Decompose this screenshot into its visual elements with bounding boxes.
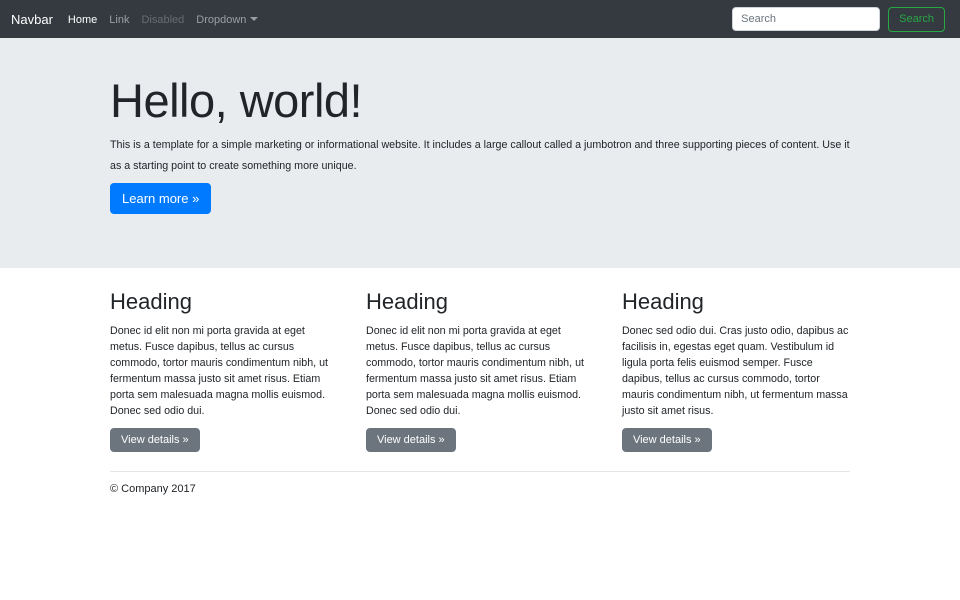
nav-item-disabled: Disabled [135,10,190,30]
dropdown-label: Dropdown [196,14,246,26]
view-details-button-2[interactable]: View details » [366,428,456,452]
nav-item-home[interactable]: Home [62,10,103,30]
jumbotron-lead: This is a template for a simple marketin… [110,135,850,177]
column-text: Donec sed odio dui. Cras justo odio, dap… [622,323,850,419]
nav-item-link[interactable]: Link [103,10,135,30]
navbar-brand[interactable]: Navbar [11,12,53,27]
caret-down-icon [250,17,258,21]
navbar: Navbar Home Link Disabled Dropdown Searc… [0,0,960,38]
jumbotron-title: Hello, world! [110,74,850,128]
search-button[interactable]: Search [888,7,945,32]
column-text: Donec id elit non mi porta gravida at eg… [366,323,594,419]
search-input[interactable] [732,7,880,31]
column-heading: Heading [366,289,594,315]
content-columns: Heading Donec id elit non mi porta gravi… [96,268,864,452]
navbar-nav: Home Link Disabled Dropdown [62,10,264,28]
column-3: Heading Donec sed odio dui. Cras justo o… [608,268,864,452]
column-1: Heading Donec id elit non mi porta gravi… [96,268,352,452]
column-heading: Heading [110,289,338,315]
main-content: Heading Donec id elit non mi porta gravi… [95,268,865,495]
view-details-button-3[interactable]: View details » [622,428,712,452]
navbar-search-form: Search [732,7,945,32]
column-heading: Heading [622,289,850,315]
footer-divider [110,471,850,472]
footer-copyright: © Company 2017 [110,483,850,495]
learn-more-button[interactable]: Learn more » [110,183,211,214]
jumbotron: Hello, world! This is a template for a s… [0,38,960,268]
column-text: Donec id elit non mi porta gravida at eg… [110,323,338,419]
footer: © Company 2017 [110,483,850,495]
view-details-button-1[interactable]: View details » [110,428,200,452]
nav-item-dropdown[interactable]: Dropdown [190,10,264,30]
column-2: Heading Donec id elit non mi porta gravi… [352,268,608,452]
